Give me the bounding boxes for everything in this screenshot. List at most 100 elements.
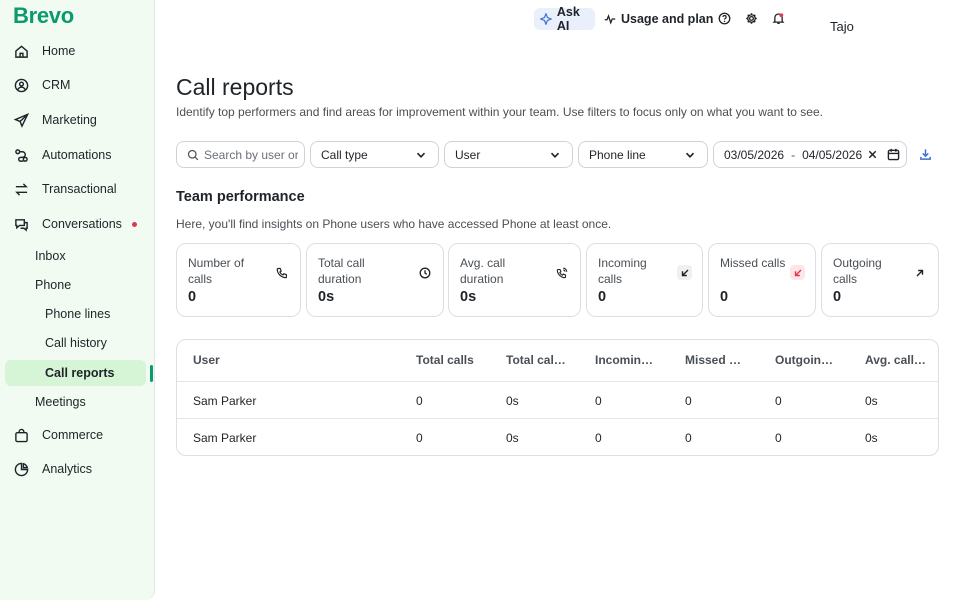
calendar-icon[interactable] [887,148,900,161]
sidebar-item-transactional[interactable]: Transactional [5,175,146,203]
sidebar-item-label: Home [42,44,76,58]
stat-label: Avg. call duration [460,256,506,286]
brevo-logo[interactable]: Brevo [13,3,74,29]
stat-label: Outgoing calls [833,256,882,286]
cell-incoming: 0 [595,394,602,408]
date-separator: - [791,147,796,162]
sidebar-item-label: Analytics [42,462,93,476]
sidebar-item-label: Automations [42,148,112,162]
user-select[interactable]: User [444,141,573,168]
active-indicator [150,365,153,382]
stat-label: Incoming calls [598,256,647,286]
sidebar-item-conversations[interactable]: Conversations [5,210,146,238]
chat-icon [13,216,29,232]
activity-icon [604,14,616,25]
search-field[interactable] [176,141,305,168]
stat-label: Number of calls [188,256,245,286]
column-header-avg-call[interactable]: Avg. call … [865,353,927,367]
sidebar-item-call-reports[interactable]: Call reports [5,360,146,386]
ask-ai-button[interactable]: Ask AI [534,5,595,33]
cell-outgoing: 0 [775,394,782,408]
sidebar: Brevo Home CRM Marketing Automations Tra… [0,0,155,600]
team-performance-subtitle: Here, you'll find insights on Phone user… [176,217,612,231]
close-icon[interactable] [867,149,878,160]
stat-value: 0 [720,289,729,305]
chevron-down-icon [550,152,560,158]
notification-bell-icon[interactable] [771,11,785,25]
team-performance-table: User Total calls Total call… Incoming… M… [176,339,939,456]
column-header-total-calls[interactable]: Total calls [416,353,486,367]
sidebar-item-inbox[interactable]: Inbox [5,243,146,269]
sidebar-item-phone-lines[interactable]: Phone lines [5,301,146,327]
chevron-down-icon [685,152,695,158]
send-icon [13,112,29,128]
call-type-select[interactable]: Call type [310,141,439,168]
page-title: Call reports [176,74,294,100]
column-header-missed[interactable]: Missed c… [685,353,747,367]
sidebar-item-label: CRM [42,78,71,92]
notification-dot [132,222,137,227]
phone-line-label: Phone line [589,147,646,162]
cell-user: Sam Parker [193,431,257,445]
user-filter-label: User [455,147,481,162]
sidebar-item-call-history[interactable]: Call history [5,330,146,356]
home-icon [13,43,29,59]
transfer-icon [13,181,29,197]
date-to[interactable]: 04/05/2026 [802,148,862,162]
bag-icon [13,427,29,443]
search-icon [187,149,199,160]
cell-incoming: 0 [595,431,602,445]
pie-chart-icon [13,461,29,477]
download-icon[interactable] [919,148,932,161]
phone-line-select[interactable]: Phone line [578,141,708,168]
sidebar-item-meetings[interactable]: Meetings [5,389,146,415]
cell-total-duration: 0s [506,431,519,445]
cell-missed: 0 [685,394,692,408]
arrow-down-left-icon [677,265,692,280]
stat-card-outgoing-calls: Outgoing calls 0 [821,243,939,317]
sidebar-item-phone[interactable]: Phone [5,272,146,298]
missed-arrow-icon [790,265,805,280]
stat-value: 0 [833,289,842,305]
column-header-incoming[interactable]: Incoming… [595,353,657,367]
date-range-picker[interactable]: 03/05/2026 - 04/05/2026 [713,141,907,168]
stat-value: 0s [460,289,477,305]
row-divider [177,418,938,419]
column-header-user[interactable]: User [193,353,220,367]
sidebar-item-label: Conversations [42,217,122,231]
sidebar-item-label: Marketing [42,113,97,127]
automation-icon [13,147,29,163]
row-divider [177,381,938,382]
sidebar-item-crm[interactable]: CRM [5,71,146,99]
date-from[interactable]: 03/05/2026 [724,148,784,162]
settings-gear-icon[interactable] [744,11,758,25]
help-icon[interactable] [717,11,731,25]
user-menu[interactable]: Tajo [830,19,854,34]
sidebar-item-automations[interactable]: Automations [5,141,146,169]
sidebar-item-commerce[interactable]: Commerce [5,421,146,449]
sidebar-item-analytics[interactable]: Analytics [5,455,146,483]
sidebar-item-marketing[interactable]: Marketing [5,106,146,134]
stat-card-missed-calls: Missed calls 0 [708,243,816,317]
cell-user: Sam Parker [193,394,257,408]
sidebar-item-label: Transactional [42,182,117,196]
column-header-outgoing[interactable]: Outgoing… [775,353,837,367]
usage-and-plan-button[interactable]: Usage and plan [604,8,713,30]
cell-avg-call: 0s [865,394,878,408]
stat-value: 0s [318,289,335,305]
cell-total-calls: 0 [416,431,423,445]
stat-value: 0 [188,289,197,305]
call-type-label: Call type [321,147,368,162]
ask-ai-label: Ask AI [556,5,580,33]
usage-label: Usage and plan [621,12,714,26]
sidebar-item-home[interactable]: Home [5,37,146,65]
page-subtitle: Identify top performers and find areas f… [176,105,823,119]
phone-icon [274,265,289,280]
sidebar-item-label: Commerce [42,428,104,442]
cell-avg-call: 0s [865,431,878,445]
cell-total-duration: 0s [506,394,519,408]
search-input[interactable] [204,147,298,162]
cell-missed: 0 [685,431,692,445]
stat-card-number-of-calls: Number of calls 0 [176,243,301,317]
column-header-total-call-duration[interactable]: Total call… [506,353,568,367]
